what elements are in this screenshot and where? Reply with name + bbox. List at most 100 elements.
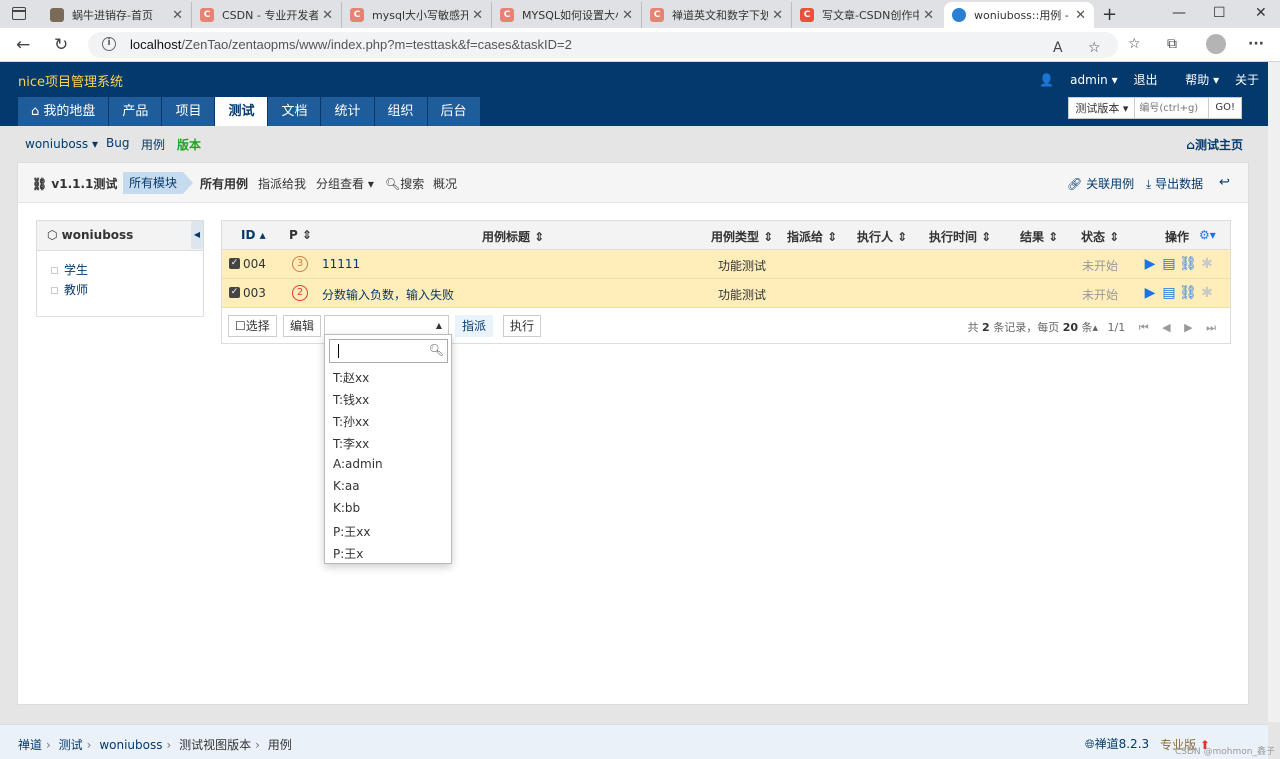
tab-all-cases[interactable]: 所有用例 [200,175,248,192]
browser-tab-active[interactable]: woniuboss::用例 - 禅 ✕ [944,2,1094,28]
brand-title[interactable]: nice项目管理系统 [18,71,123,90]
dropdown-option[interactable]: K:aa [333,479,360,493]
dropdown-option[interactable]: T:赵xx [333,369,369,386]
crumb-qa[interactable]: 测试 [59,738,83,752]
version-link[interactable]: 🌐︎禅道8.2.3 [1085,735,1149,752]
run-icon[interactable]: ▶ [1141,284,1159,302]
case-title-link[interactable]: 分数输入负数，输入失败 [322,286,454,303]
close-icon[interactable]: ✕ [322,8,333,23]
nav-my[interactable]: ⌂ 我的地盘 [18,97,109,126]
results-icon[interactable]: ▤ [1160,255,1178,273]
close-icon[interactable]: ✕ [472,8,483,23]
maximize-icon[interactable]: ☐ [1213,5,1226,21]
nav-project[interactable]: 项目 [162,97,215,126]
col-pri[interactable]: P ⇕ [289,228,312,242]
dropdown-option[interactable]: T:钱xx [333,391,369,408]
col-type[interactable]: 用例类型 ⇕ [711,228,773,245]
nav-company[interactable]: 组织 [374,97,427,126]
dropdown-option[interactable]: T:孙xx [333,413,369,430]
run-icon[interactable]: ▶ [1141,255,1159,273]
select-all-button[interactable]: ☐选择 [228,315,277,337]
close-icon[interactable]: ✕ [622,8,633,23]
case-title-link[interactable]: 11111 [322,257,360,271]
favorites-icon[interactable]: ☆ [1128,36,1141,52]
next-page-icon[interactable]: ▶ [1184,321,1192,334]
minimize-icon[interactable]: — [1172,5,1186,21]
back-icon[interactable]: ← [16,35,30,55]
module-breadcrumb[interactable]: 所有模块 [123,172,194,194]
dropdown-option[interactable]: P:王x [333,545,363,562]
tree-item-student[interactable]: 学生 [51,261,88,278]
more-icon[interactable]: ··· [1248,36,1264,52]
subnav-bug[interactable]: Bug [106,136,129,150]
nav-qa[interactable]: 测试 [215,97,268,126]
batch-edit-button[interactable]: 编辑 [283,315,322,337]
browser-tab[interactable]: C CSDN - 专业开发者 ✕ [192,2,342,28]
subnav-build[interactable]: 版本 [177,136,201,153]
table-row[interactable]: ✓ 004 3 11111 功能测试 未开始 ▶ ▤ ⛓ ✱ [222,250,1230,279]
export-button[interactable]: ⤓ 导出数据 [1146,175,1203,192]
nav-admin[interactable]: 后台 [427,97,480,126]
close-icon[interactable]: ✕ [923,8,934,23]
close-icon[interactable]: ✕ [1075,8,1086,23]
product-switcher[interactable]: woniuboss ▾ [25,137,98,151]
dropdown-option[interactable]: P:王xx [333,523,370,540]
col-result[interactable]: 结果 ⇕ [1020,228,1058,245]
batch-run-button[interactable]: 执行 [503,315,542,337]
dropdown-search-input[interactable]: 🔍︎ [329,339,448,363]
url-field[interactable]: i localhost/ZenTao/zentaopms/www/index.p… [88,32,1118,58]
first-page-icon[interactable]: ⏮ [1139,321,1149,334]
row-checkbox[interactable]: ✓ [229,258,240,269]
browser-tab[interactable]: C 禅道英文和数字下划 ✕ [642,2,792,28]
search-scope-select[interactable]: 测试版本 ▾ [1068,97,1136,119]
tab-group-view[interactable]: 分组查看 ▾ [316,175,374,192]
col-run-time[interactable]: 执行时间 ⇕ [929,228,991,245]
unlink-icon[interactable]: ⛓ [1179,255,1197,273]
collapse-side-icon[interactable]: ◀ [191,221,203,249]
subnav-case[interactable]: 用例 [141,136,165,153]
close-icon[interactable]: ✕ [172,8,183,23]
nav-report[interactable]: 统计 [321,97,374,126]
col-runner[interactable]: 执行人 ⇕ [857,228,907,245]
new-tab-icon[interactable]: + [1102,4,1117,25]
browser-tab[interactable]: C MYSQL如何设置大小 ✕ [492,2,642,28]
favorite-add-icon[interactable]: ☆ [1088,40,1101,56]
search-input[interactable] [1135,97,1210,119]
column-settings-icon[interactable]: ⚙▾ [1199,228,1216,242]
tab-actions-icon[interactable] [12,7,26,20]
crumb-product[interactable]: woniuboss [99,738,162,752]
table-row[interactable]: ✓ 003 2 分数输入负数，输入失败 功能测试 未开始 ▶ ▤ ⛓ ✱ [222,279,1230,308]
col-status[interactable]: 状态 ⇕ [1081,228,1119,245]
tab-assigned-to-me[interactable]: 指派给我 [258,175,306,192]
read-aloud-icon[interactable]: A [1053,40,1063,56]
per-page-select[interactable]: 20 [1063,321,1078,334]
last-page-icon[interactable]: ⏭ [1206,321,1216,334]
prev-page-icon[interactable]: ◀ [1162,321,1170,334]
crumb-zentao[interactable]: 禅道 [18,738,42,752]
browser-tab[interactable]: C mysql大小写敏感开 ✕ [342,2,492,28]
col-id[interactable]: ID ▴ [241,228,266,242]
user-menu[interactable]: 👤 admin ▾ [1027,73,1117,87]
browser-tab[interactable]: C 写文章-CSDN创作中 ✕ [792,2,942,28]
nav-doc[interactable]: 文档 [268,97,321,126]
assign-button[interactable]: 指派 [455,315,494,337]
refresh-icon[interactable]: ↻ [54,35,68,55]
help-menu[interactable]: 帮助 ▾ [1173,73,1219,87]
dropdown-option[interactable]: T:李xx [333,435,369,452]
site-info-icon[interactable]: i [102,37,116,51]
close-icon[interactable]: ✕ [772,8,783,23]
row-checkbox[interactable]: ✓ [229,287,240,298]
tab-overview[interactable]: 概况 [433,175,457,192]
tab-search[interactable]: 🔍︎搜索 [385,175,424,192]
back-arrow-icon[interactable]: ↩ [1219,175,1230,190]
results-icon[interactable]: ▤ [1160,284,1178,302]
dropdown-option[interactable]: K:bb [333,501,360,515]
profile-avatar[interactable] [1206,34,1226,54]
col-assigned[interactable]: 指派给 ⇕ [787,228,837,245]
dropdown-option[interactable]: A:admin [333,457,383,471]
browser-tab[interactable]: 蜗牛进销存-首页 ✕ [42,2,192,28]
col-title[interactable]: 用例标题 ⇕ [482,228,544,245]
page-scrollbar[interactable] [1268,62,1280,722]
link-cases-button[interactable]: 🔗︎ 关联用例 [1067,175,1134,192]
logout-link[interactable]: 退出 [1133,73,1157,87]
